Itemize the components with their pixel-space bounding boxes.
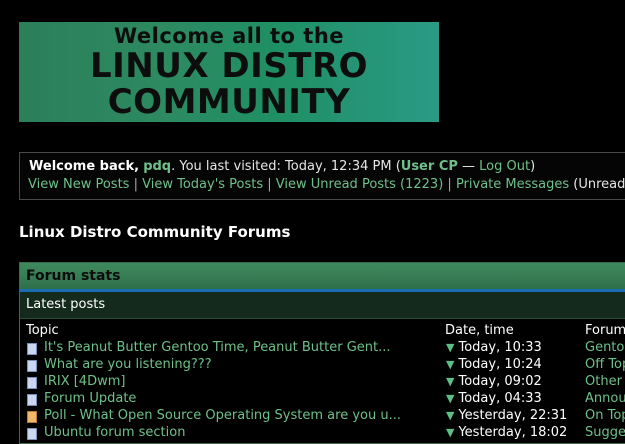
banner-line-2: LINUX DISTRO <box>89 46 369 86</box>
topic-link[interactable]: What are you listening??? <box>44 357 212 372</box>
newest-post-arrow-icon[interactable]: ▼ <box>446 409 454 422</box>
topic-link[interactable]: Forum Update <box>44 391 136 406</box>
link-separator: | <box>263 177 276 192</box>
private-messages-link[interactable]: Private Messages <box>456 177 569 192</box>
post-date: ▼ Yesterday, 18:02 <box>446 425 568 440</box>
newest-post-arrow-icon[interactable]: ▼ <box>446 426 454 439</box>
poll-thread-icon <box>27 411 37 423</box>
welcome-panel: Welcome back, pdq. You last visited: Tod… <box>19 152 625 200</box>
banner-line-1: Welcome all to the <box>113 24 345 48</box>
view-new-posts-link[interactable]: View New Posts <box>28 177 129 192</box>
page-title: Linux Distro Community Forums <box>19 223 291 241</box>
forum-link[interactable]: Other <box>585 374 622 389</box>
forum-stats-title: Forum stats <box>26 268 121 284</box>
thread-icon <box>27 377 37 389</box>
post-row: Ubuntu forum section ▼ Yesterday, 18:02 S… <box>20 424 625 441</box>
newest-post-arrow-icon[interactable]: ▼ <box>446 375 454 388</box>
forum-link[interactable]: Off Top <box>585 357 625 372</box>
post-date: ▼ Yesterday, 22:31 <box>446 408 568 423</box>
thread-icon <box>27 360 37 372</box>
thread-icon <box>27 394 37 406</box>
newest-post-arrow-icon[interactable]: ▼ <box>446 392 454 405</box>
forum-link[interactable]: On Top <box>585 408 625 423</box>
user-cp-link[interactable]: User CP <box>401 159 458 174</box>
topic-link[interactable]: IRIX [4Dwm] <box>44 374 125 389</box>
forum-stats-header[interactable]: Forum stats <box>20 263 625 292</box>
forum-link[interactable]: Sugge <box>585 425 625 440</box>
post-date: ▼ Today, 10:24 <box>446 357 542 372</box>
last-visit-text: . You last visited: Today, 12:34 PM ( <box>171 159 401 174</box>
username-link[interactable]: pdq <box>143 159 171 174</box>
close-paren: ) <box>530 159 536 174</box>
post-row: What are you listening??? ▼ Today, 10:24 … <box>20 356 625 373</box>
newest-post-arrow-icon[interactable]: ▼ <box>446 358 454 371</box>
latest-posts-title: Latest posts <box>26 297 106 312</box>
view-unread-posts-link[interactable]: View Unread Posts (1223) <box>276 177 443 192</box>
post-row: Poll - What Open Source Operating System… <box>20 407 625 424</box>
newest-post-arrow-icon[interactable]: ▼ <box>446 341 454 354</box>
banner-line-3: COMMUNITY <box>107 82 351 122</box>
forum-link[interactable]: Annou <box>585 391 625 406</box>
quick-links-row: View New Posts | View Today's Posts | Vi… <box>28 177 625 192</box>
column-header-forum: Forum <box>585 323 625 338</box>
post-date: ▼ Today, 10:33 <box>446 340 542 355</box>
post-date: ▼ Today, 09:02 <box>446 374 542 389</box>
post-row: Forum Update ▼ Today, 04:33 Annou <box>20 390 625 407</box>
site-banner-logo[interactable]: Welcome all to the LINUX DISTRO COMMUNIT… <box>19 22 439 122</box>
thread-icon <box>27 343 37 355</box>
dash-separator: — <box>457 159 480 174</box>
column-header-topic: Topic <box>26 323 59 338</box>
topic-link[interactable]: Poll - What Open Source Operating System… <box>44 408 401 423</box>
welcome-row: Welcome back, pdq. You last visited: Tod… <box>29 159 535 174</box>
column-header-date: Date, time <box>445 323 514 338</box>
link-separator: | <box>129 177 143 192</box>
logout-link[interactable]: Log Out <box>479 159 530 174</box>
post-row: IRIX [4Dwm] ▼ Today, 09:02 Other <box>20 373 625 390</box>
forum-link[interactable]: Gento <box>585 340 624 355</box>
post-date: ▼ Today, 04:33 <box>446 391 542 406</box>
forum-stats-panel: Forum stats Latest posts Topic Date, tim… <box>19 262 625 444</box>
topic-link[interactable]: Ubuntu forum section <box>44 425 185 440</box>
view-todays-posts-link[interactable]: View Today's Posts <box>142 177 263 192</box>
post-row: It's Peanut Butter Gentoo Time, Peanut B… <box>20 339 625 356</box>
topic-link[interactable]: It's Peanut Butter Gentoo Time, Peanut B… <box>44 340 391 355</box>
latest-posts-header: Latest posts <box>20 292 625 319</box>
link-separator: | <box>443 177 456 192</box>
pm-unread-text: (Unread <box>573 177 625 192</box>
welcome-greeting: Welcome back, <box>29 159 140 174</box>
